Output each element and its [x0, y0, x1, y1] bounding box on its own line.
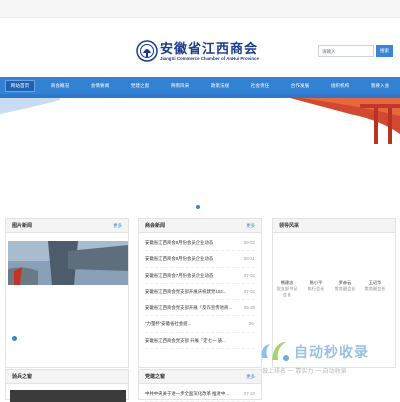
nav-item-responsibility[interactable]: 社会责任 [240, 77, 280, 94]
watermark-brand: 自动秒收录 [294, 344, 369, 360]
list-item[interactable]: 安徽省江西商会党支部开展庆祝建党103... 07-02 [145, 284, 255, 301]
nav-item-party[interactable]: 党建之窗 [120, 77, 160, 94]
banner-carousel[interactable] [0, 94, 400, 214]
panel-title: 图片新闻 [12, 223, 33, 229]
more-link[interactable]: 更多 [246, 219, 255, 233]
list-item[interactable]: 安徽省江西商会8月份会员企业动态 08-21 [145, 251, 255, 268]
list-item[interactable]: 安徽省江西商会9月份会员企业动态 09-02 [145, 235, 255, 252]
chamber-logo-icon [136, 40, 158, 62]
panel-title: 骑兵之窗 [12, 374, 33, 380]
heroes-panel: 骑兵之窗 [5, 369, 129, 402]
watermark-tagline: 做上排名 一 靠实力 一 自动收录 [262, 369, 347, 375]
panel-title: 商会新闻 [145, 223, 166, 229]
nav-item-overview[interactable]: 商会概况 [40, 77, 80, 94]
nav-item-cooperation[interactable]: 合作发展 [280, 77, 320, 94]
leader-card[interactable]: 罗赤云 常务副会长 [334, 280, 356, 292]
nav-item-join[interactable]: 我要入会 [360, 77, 400, 94]
news-photo[interactable] [8, 241, 128, 285]
leader-card[interactable]: 熊建忠 党支部书记会长 [276, 280, 298, 298]
banner-image [0, 94, 400, 214]
leader-card[interactable]: 王诏华 常务副会长 [364, 280, 386, 292]
nav-item-organization[interactable]: 组织机构 [320, 77, 360, 94]
chamber-news-panel: 商会新闻 更多 安徽省江西商会9月份会员企业动态 09-02 安徽省江西商会8月份… [138, 218, 262, 368]
nav-item-style[interactable]: 骨雨风采 [160, 77, 200, 94]
list-item[interactable]: 安徽省江西商会7月份会员企业动态 07-02 [145, 268, 255, 284]
party-panel: 党建之窗 更多 中共中央关于进一步全面深化改革 推进中... 07-23 [138, 369, 262, 402]
search-button[interactable]: 搜索 [376, 45, 393, 57]
top-bar [0, 0, 400, 18]
more-link[interactable]: 更多 [113, 219, 122, 233]
nav-item-policy[interactable]: 政策法规 [200, 77, 240, 94]
list-item[interactable]: "力量杯"安徽省社会组... 05- [145, 316, 255, 333]
leader-card[interactable]: 陈小平 执行会长 [305, 280, 327, 292]
watermark-logo-icon [261, 342, 289, 361]
nav-item-news[interactable]: 会情要闻 [80, 77, 120, 94]
carousel-dot[interactable] [196, 205, 200, 209]
site-title-cn: 安徽省江西商会 [160, 42, 259, 57]
panel-title: 党建之窗 [145, 374, 166, 380]
news-list: 安徽省江西商会9月份会员企业动态 09-02 安徽省江西商会8月份会员企业动态 08… [139, 233, 261, 350]
main-nav: 网站首页 商会概况 会情要闻 党建之窗 骨雨风采 政策法规 社会责任 合作发展 … [0, 77, 400, 94]
photo-indicator[interactable] [12, 336, 17, 341]
heroes-image[interactable] [10, 390, 126, 402]
list-item[interactable]: 安徽省江西商会党支部开展「反诈宣传进商... 06-28 [145, 300, 255, 317]
nav-item-home[interactable]: 网站首页 [0, 77, 40, 94]
news-list: 中共中央关于进一步全面深化改革 推进中... 07-23 [139, 384, 261, 402]
site-title-en: JiangXi Commerce Chamber of AnHui Provin… [160, 56, 259, 61]
photo-news-panel: 图片新闻 更多 [5, 218, 129, 368]
search-input[interactable] [318, 45, 374, 57]
panel-title: 领导风采 [279, 223, 300, 229]
watermark: 自动秒收录 做上排名 一 靠实力 一 自动收录 [252, 336, 400, 388]
list-item[interactable]: 安徽省江西商会党支部 开展「定七一 质... [145, 333, 255, 350]
